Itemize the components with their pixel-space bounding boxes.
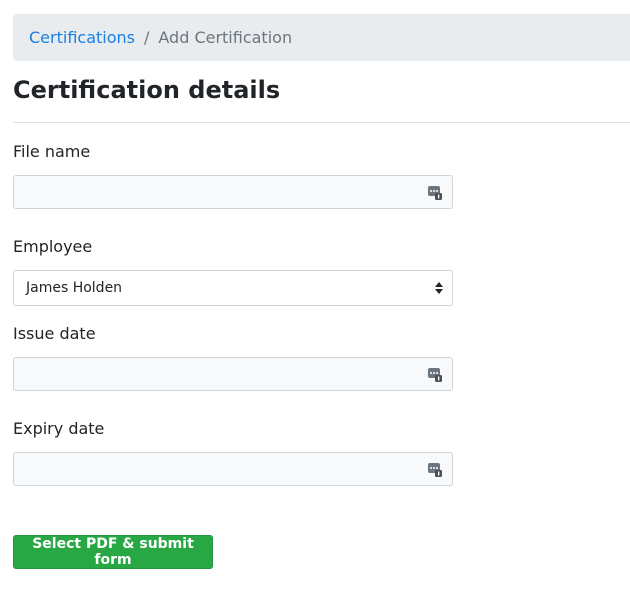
breadcrumb-separator: / xyxy=(143,28,150,47)
file-name-label: File name xyxy=(13,142,91,161)
issue-date-input[interactable] xyxy=(14,358,452,390)
password-manager-icon[interactable] xyxy=(427,461,443,477)
employee-select[interactable]: James Holden xyxy=(13,270,453,306)
divider xyxy=(13,122,630,123)
submit-button[interactable]: Select PDF & submit form xyxy=(13,535,213,569)
breadcrumb-link-certifications[interactable]: Certifications xyxy=(29,28,135,47)
password-manager-icon[interactable] xyxy=(427,184,443,200)
password-manager-icon[interactable] xyxy=(427,366,443,382)
sort-arrows-icon xyxy=(435,282,443,294)
breadcrumb: Certifications / Add Certification xyxy=(13,14,630,61)
issue-date-field xyxy=(13,357,453,391)
breadcrumb-current: Add Certification xyxy=(158,28,293,47)
file-name-field xyxy=(13,175,453,209)
expiry-date-label: Expiry date xyxy=(13,419,105,438)
expiry-date-input[interactable] xyxy=(14,453,452,485)
file-name-input[interactable] xyxy=(14,176,452,208)
expiry-date-field xyxy=(13,452,453,486)
employee-select-value: James Holden xyxy=(26,280,123,296)
page-title: Certification details xyxy=(13,76,281,104)
employee-label: Employee xyxy=(13,237,93,256)
issue-date-label: Issue date xyxy=(13,324,96,343)
